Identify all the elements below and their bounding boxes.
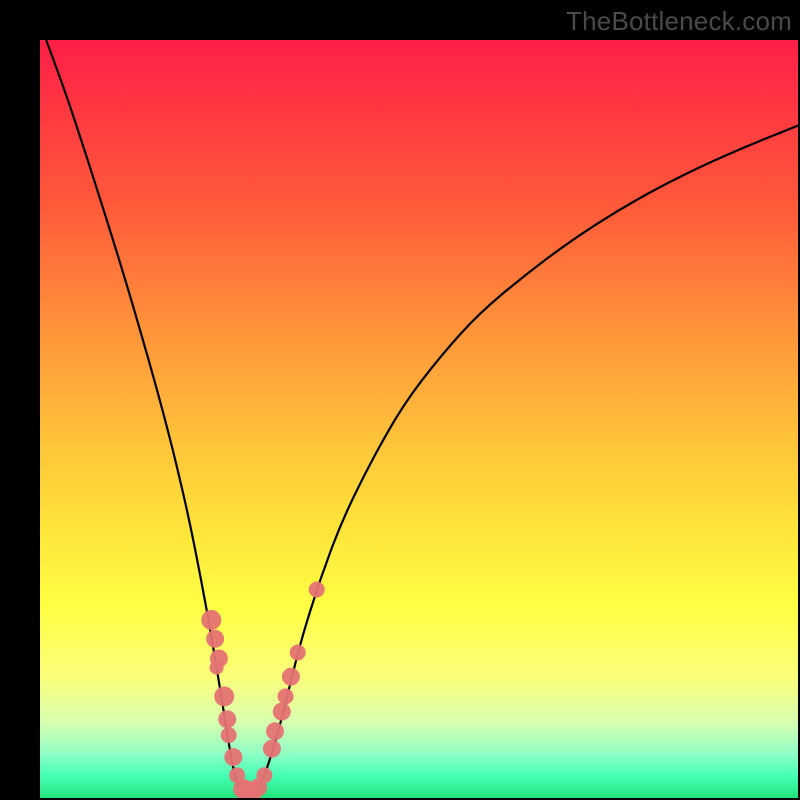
data-marker <box>210 661 224 675</box>
data-marker <box>273 703 291 721</box>
curve-path <box>46 40 798 794</box>
data-marker <box>206 630 224 648</box>
data-marker <box>218 710 236 728</box>
data-marker <box>214 686 234 706</box>
data-markers <box>201 582 324 799</box>
bottleneck-curve <box>40 40 798 798</box>
data-marker <box>263 740 281 758</box>
data-marker <box>221 727 237 743</box>
data-marker <box>282 668 300 686</box>
data-marker <box>224 748 242 766</box>
plot-frame <box>40 40 798 798</box>
data-marker <box>256 767 272 783</box>
data-marker <box>278 688 294 704</box>
data-marker <box>266 722 284 740</box>
data-marker <box>290 645 306 661</box>
data-marker <box>201 610 221 630</box>
watermark-text: TheBottleneck.com <box>566 6 792 37</box>
data-marker <box>309 582 325 598</box>
